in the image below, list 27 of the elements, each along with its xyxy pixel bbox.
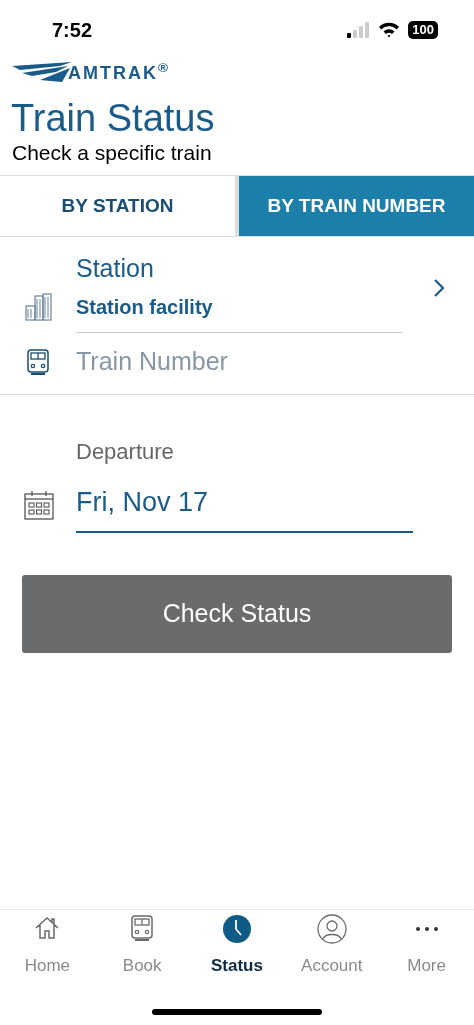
chevron-right-icon[interactable] — [432, 277, 446, 299]
nav-tab[interactable]: More — [379, 914, 474, 978]
wifi-icon — [378, 22, 401, 38]
station-value[interactable]: Station facility — [76, 292, 402, 322]
person-icon — [316, 914, 347, 944]
signal-icon — [346, 22, 371, 38]
departure-label: Departure — [75, 438, 175, 466]
calendar-icon — [24, 490, 54, 521]
more-icon — [415, 927, 438, 931]
clock-time: 7:52 — [52, 18, 93, 43]
page-subtitle: Check a specific train — [11, 140, 213, 166]
nav-tab[interactable]: Home — [0, 914, 95, 978]
departure-date-field[interactable]: Fri, Nov 17 — [76, 478, 413, 533]
train-icon — [26, 347, 50, 376]
nav-tab[interactable]: Book — [94, 914, 190, 978]
train-number-field[interactable]: Train Number — [76, 342, 474, 381]
amtrak-logo: AMTRAK$^{®}$ — [12, 62, 170, 82]
page-title: Train Status — [10, 96, 216, 140]
nav-tab[interactable]: Account — [284, 914, 380, 978]
battery-indicator: 100 — [408, 21, 438, 39]
check-status-button[interactable]: Check Status — [22, 574, 452, 653]
station-label: Station — [76, 253, 155, 283]
building-icon — [24, 292, 54, 322]
tab[interactable]: BY TRAIN NUMBER — [235, 176, 474, 236]
clock-icon — [222, 914, 252, 944]
nav-tab[interactable]: Status — [189, 914, 285, 978]
train-icon — [130, 914, 155, 942]
